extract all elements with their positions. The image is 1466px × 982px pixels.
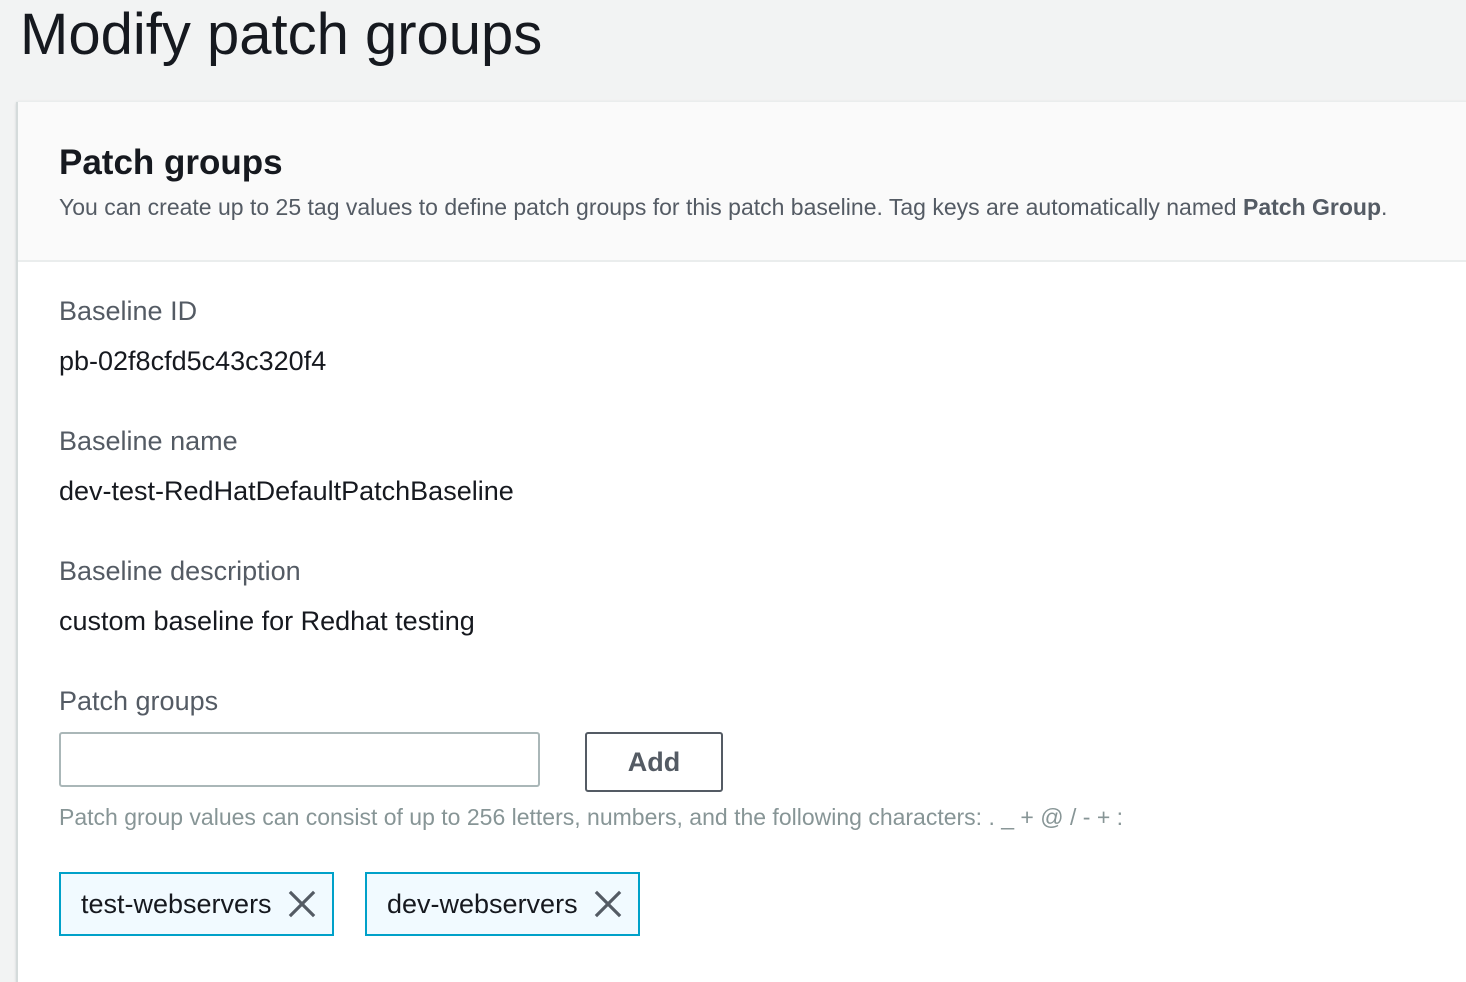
baseline-id-value: pb-02f8cfd5c43c320f4 xyxy=(59,346,327,376)
add-button[interactable]: Add xyxy=(585,732,723,792)
panel-description-text: You can create up to 25 tag values to de… xyxy=(59,194,1243,220)
patch-group-input[interactable] xyxy=(59,732,540,787)
baseline-name-value: dev-test-RedHatDefaultPatchBaseline xyxy=(59,476,514,506)
token-label: test-webservers xyxy=(81,888,272,919)
panel-header: Patch groups You can create up to 25 tag… xyxy=(18,102,1466,262)
baseline-id-label: Baseline ID xyxy=(59,296,198,326)
close-icon-svg xyxy=(288,890,315,918)
page-title: Modify patch groups xyxy=(20,2,543,67)
panel-description-bold: Patch Group xyxy=(1242,194,1381,220)
baseline-description-value: custom baseline for Redhat testing xyxy=(59,606,475,636)
baseline-description-label: Baseline description xyxy=(59,556,301,586)
panel-heading: Patch groups xyxy=(59,143,283,182)
patch-groups-label: Patch groups xyxy=(59,686,219,716)
patch-group-hint: Patch group values can consist of up to … xyxy=(59,804,1124,830)
patch-groups-panel: Patch groups You can create up to 25 tag… xyxy=(17,102,1466,982)
close-icon[interactable] xyxy=(288,890,316,918)
token-label: dev-webservers xyxy=(387,888,578,919)
baseline-name-label: Baseline name xyxy=(59,426,238,456)
token-dev-webservers: dev-webservers xyxy=(365,872,640,936)
token-test-webservers: test-webservers xyxy=(59,872,334,936)
panel-description-suffix: . xyxy=(1381,194,1388,220)
close-icon-svg xyxy=(594,890,621,918)
close-icon[interactable] xyxy=(594,890,622,918)
panel-description: You can create up to 25 tag values to de… xyxy=(59,192,1387,222)
